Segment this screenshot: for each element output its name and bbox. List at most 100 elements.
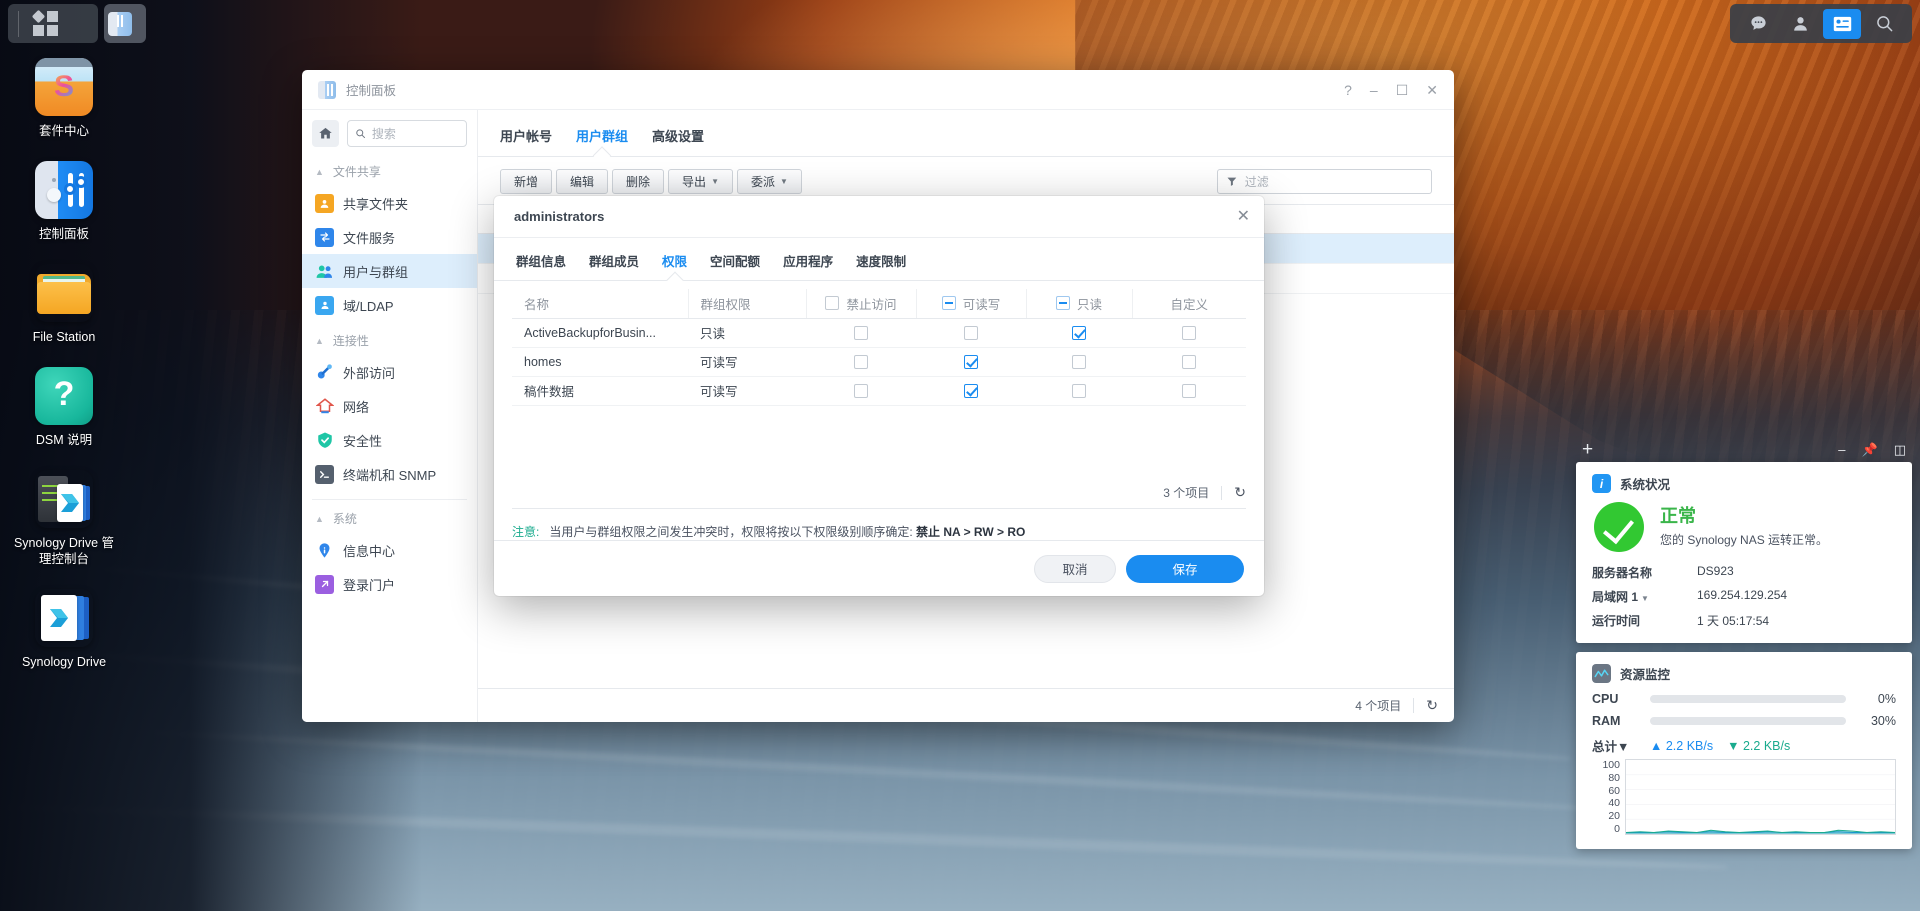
custom-checkbox[interactable] bbox=[1182, 354, 1196, 369]
column-header-read-only[interactable]: 只读 bbox=[1026, 289, 1133, 319]
table-row[interactable]: homes 可读写 bbox=[512, 347, 1246, 377]
read-only-cell[interactable] bbox=[1026, 376, 1132, 406]
read-write-checkbox[interactable] bbox=[964, 383, 978, 398]
sidebar-item-file-services[interactable]: 文件服务 bbox=[302, 220, 477, 254]
dialog-titlebar[interactable]: administrators ✕ bbox=[494, 196, 1264, 238]
group-permission-cell[interactable]: 只读 bbox=[688, 318, 806, 348]
tab-user-accounts[interactable]: 用户帐号 bbox=[500, 126, 552, 156]
cancel-button[interactable]: 取消 bbox=[1034, 554, 1116, 583]
sidebar-item-security[interactable]: 安全性 bbox=[302, 423, 477, 457]
create-button[interactable]: 新增 bbox=[500, 169, 553, 194]
sidebar-item-users-groups[interactable]: 用户与群组 bbox=[302, 254, 477, 288]
no-access-cell[interactable] bbox=[806, 376, 916, 406]
read-write-cell[interactable] bbox=[916, 376, 1026, 406]
column-header-name[interactable]: 名称 bbox=[512, 289, 689, 319]
custom-checkbox[interactable] bbox=[1182, 325, 1196, 340]
desktop-icon-dsm-help[interactable]: ? DSM 说明 bbox=[8, 367, 120, 448]
desktop-icon-file-station[interactable]: File Station bbox=[8, 264, 120, 345]
main-menu-button[interactable] bbox=[8, 4, 98, 43]
search-input-wrapper[interactable] bbox=[347, 120, 467, 147]
dock-icon[interactable]: ◫ bbox=[1894, 443, 1906, 456]
sidebar-item-network[interactable]: 网络 bbox=[302, 389, 477, 423]
save-button[interactable]: 保存 bbox=[1126, 554, 1244, 583]
custom-cell[interactable] bbox=[1132, 376, 1246, 406]
delete-button[interactable]: 删除 bbox=[612, 169, 665, 194]
plus-icon[interactable]: + bbox=[1582, 440, 1593, 459]
no-access-header-checkbox[interactable] bbox=[825, 296, 840, 310]
custom-checkbox[interactable] bbox=[1182, 383, 1196, 398]
widget-panel-icon[interactable] bbox=[1823, 8, 1861, 39]
read-write-cell[interactable] bbox=[916, 318, 1026, 348]
edit-button[interactable]: 编辑 bbox=[556, 169, 609, 194]
column-header-read-write[interactable]: 可读写 bbox=[916, 289, 1027, 319]
desktop-icon-package-center[interactable]: S 套件中心 bbox=[8, 58, 120, 139]
table-row[interactable]: ActiveBackupforBusin... 只读 bbox=[512, 318, 1246, 348]
no-access-cell[interactable] bbox=[806, 347, 916, 377]
read-write-cell[interactable] bbox=[916, 347, 1026, 377]
read-only-cell[interactable] bbox=[1026, 318, 1132, 348]
group-permission-cell[interactable]: 可读写 bbox=[688, 376, 806, 406]
desktop-icon-synology-drive[interactable]: Synology Drive bbox=[8, 589, 120, 670]
close-icon[interactable]: ✕ bbox=[1426, 83, 1438, 97]
tab-quota[interactable]: 空间配额 bbox=[710, 251, 760, 280]
sidebar-item-login-portal[interactable]: 登录门户 bbox=[302, 567, 477, 601]
pin-icon[interactable]: 📌 bbox=[1862, 443, 1878, 456]
tab-advanced-settings[interactable]: 高级设置 bbox=[652, 126, 704, 156]
column-header-group-permission[interactable]: 群组权限 bbox=[688, 289, 807, 319]
maximize-icon[interactable]: ☐ bbox=[1396, 83, 1409, 97]
read-write-header-checkbox[interactable] bbox=[941, 296, 956, 310]
tab-applications[interactable]: 应用程序 bbox=[783, 251, 833, 280]
home-icon[interactable] bbox=[312, 120, 339, 147]
close-icon[interactable]: ✕ bbox=[1237, 208, 1250, 225]
desktop-icon-synology-drive-admin[interactable]: Synology Drive 管理控制台 bbox=[8, 470, 120, 567]
network-selector[interactable]: 总计▼ bbox=[1592, 736, 1650, 755]
sidebar-group-file-sharing[interactable]: ▲ 文件共享 bbox=[302, 153, 477, 186]
custom-cell[interactable] bbox=[1132, 347, 1246, 377]
table-row[interactable]: 稿件数据 可读写 bbox=[512, 376, 1246, 406]
delegate-button[interactable]: 委派 ▼ bbox=[736, 169, 802, 194]
desktop-icon-control-panel[interactable]: 控制面板 bbox=[8, 161, 120, 242]
sidebar-group-system[interactable]: ▲ 系统 bbox=[302, 500, 477, 533]
no-access-checkbox[interactable] bbox=[854, 354, 868, 369]
tab-group-info[interactable]: 群组信息 bbox=[516, 251, 566, 280]
sidebar-item-shared-folder[interactable]: 共享文件夹 bbox=[302, 186, 477, 220]
read-write-checkbox[interactable] bbox=[964, 325, 978, 340]
read-only-header-checkbox[interactable] bbox=[1055, 296, 1070, 310]
read-only-checkbox[interactable] bbox=[1072, 383, 1086, 398]
help-icon[interactable]: ? bbox=[1344, 83, 1352, 97]
tab-speed-limit[interactable]: 速度限制 bbox=[856, 251, 906, 280]
refresh-icon[interactable]: ↻ bbox=[1234, 484, 1246, 501]
person-icon[interactable] bbox=[1781, 9, 1819, 39]
tab-user-groups[interactable]: 用户群组 bbox=[576, 126, 628, 156]
field-key[interactable]: 局域网 1 ▼ bbox=[1592, 588, 1697, 605]
read-only-cell[interactable] bbox=[1026, 347, 1132, 377]
no-access-cell[interactable] bbox=[806, 318, 916, 348]
sidebar-item-info-center[interactable]: 信息中心 bbox=[302, 533, 477, 567]
minimize-icon[interactable]: – bbox=[1370, 83, 1378, 97]
no-access-checkbox[interactable] bbox=[854, 383, 868, 398]
refresh-icon[interactable]: ↻ bbox=[1426, 697, 1438, 714]
group-permission-cell[interactable]: 可读写 bbox=[688, 347, 806, 377]
no-access-checkbox[interactable] bbox=[854, 325, 868, 340]
filter-input[interactable] bbox=[1244, 174, 1423, 189]
sidebar-item-domain-ldap[interactable]: 域/LDAP bbox=[302, 288, 477, 322]
sidebar-item-terminal-snmp[interactable]: 终端机和 SNMP bbox=[302, 457, 477, 491]
taskbar-app-control-panel[interactable] bbox=[104, 4, 146, 43]
tab-permissions[interactable]: 权限 bbox=[662, 251, 687, 280]
column-header-custom[interactable]: 自定义 bbox=[1132, 289, 1246, 319]
filter-input-wrapper[interactable] bbox=[1217, 169, 1432, 194]
chat-bubble-icon[interactable] bbox=[1739, 9, 1777, 39]
window-titlebar[interactable]: 控制面板 ? – ☐ ✕ bbox=[302, 70, 1454, 110]
tab-group-members[interactable]: 群组成员 bbox=[589, 251, 639, 280]
search-input[interactable] bbox=[371, 126, 459, 141]
custom-cell[interactable] bbox=[1132, 318, 1246, 348]
column-header-no-access[interactable]: 禁止访问 bbox=[806, 289, 917, 319]
read-only-checkbox[interactable] bbox=[1072, 354, 1086, 369]
sidebar-group-connectivity[interactable]: ▲ 连接性 bbox=[302, 322, 477, 355]
search-icon[interactable] bbox=[1865, 9, 1903, 39]
read-only-checkbox[interactable] bbox=[1072, 325, 1086, 340]
minimize-icon[interactable]: – bbox=[1838, 443, 1845, 456]
sidebar-item-external-access[interactable]: 外部访问 bbox=[302, 355, 477, 389]
export-button[interactable]: 导出 ▼ bbox=[668, 169, 733, 194]
read-write-checkbox[interactable] bbox=[964, 354, 978, 369]
